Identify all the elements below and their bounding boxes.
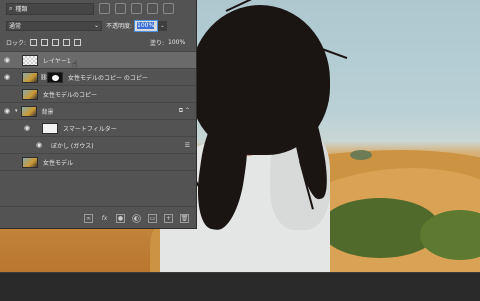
layer-thumbnail <box>20 105 37 117</box>
filter-type-icon[interactable] <box>131 3 142 14</box>
smart-object-icon: ⧉ ⌃ <box>178 107 190 114</box>
lock-transparent-icon[interactable] <box>30 39 38 46</box>
filter-label: 種類 <box>15 6 28 13</box>
chevron-down-icon[interactable]: ▾ <box>15 108 18 114</box>
layer-filter-select[interactable]: ⌕ 種類 <box>6 2 94 15</box>
filter-options-icon[interactable]: ☰ <box>185 142 190 149</box>
layer-row[interactable]: ◉ スマートフィルター <box>0 120 196 137</box>
layer-thumbnail <box>22 71 38 83</box>
eye-icon[interactable]: ◉ <box>0 90 14 98</box>
chevron-down-icon[interactable]: ⌄ <box>158 20 168 31</box>
layer-name: 女性モデル <box>43 159 74 167</box>
lock-move-icon[interactable] <box>52 39 60 46</box>
layer-name: ぼかし (ガウス) <box>51 142 94 150</box>
link-icon[interactable]: ∞ <box>84 213 93 223</box>
layer-row[interactable]: ◉ ▾ 背景 ⧉ ⌃ <box>0 103 196 120</box>
layer-name: 女性モデルのコピー のコピー <box>68 74 148 82</box>
layer-row[interactable]: ◉ レイヤー1 <box>0 52 196 69</box>
blend-mode-select[interactable]: 通常 ⌄ <box>6 20 102 31</box>
link-icon: ⛓ <box>40 73 48 81</box>
filter-smart-icon[interactable] <box>163 3 174 14</box>
lock-brush-icon[interactable] <box>41 39 49 46</box>
filter-row: ⌕ 種類 <box>0 0 196 17</box>
eye-icon[interactable]: ◉ <box>32 141 46 149</box>
blend-row: 通常 ⌄ 不透明度: 100% ⌄ <box>0 17 196 34</box>
mask-thumbnail[interactable] <box>47 71 63 83</box>
layers-bottom-bar: ∞ fx ● ◐ ▭ + 🗑 <box>0 206 196 229</box>
layer-row[interactable]: ◉ ⛓ 女性モデルのコピー のコピー <box>0 69 196 86</box>
opacity-input[interactable]: 100% <box>134 19 159 32</box>
filter-pixel-icon[interactable] <box>99 3 110 14</box>
trash-icon[interactable]: 🗑 <box>180 213 189 223</box>
group-icon[interactable]: ▭ <box>148 213 157 223</box>
layers-panel: ⌕ 種類 通常 ⌄ 不透明度: 100% ⌄ ロック: 塗り: 100% ◉ レ… <box>0 0 197 229</box>
adjustment-icon[interactable]: ◐ <box>132 213 141 223</box>
eye-icon[interactable]: ◉ <box>0 107 14 115</box>
layer-thumbnail <box>22 54 38 66</box>
filter-adjust-icon[interactable] <box>115 3 126 14</box>
lock-artboard-icon[interactable] <box>63 39 71 46</box>
filter-mask-thumbnail <box>42 122 58 134</box>
layer-row[interactable]: ◉ 女性モデルのコピー <box>0 86 196 103</box>
chevron-down-icon: ⌄ <box>93 22 99 29</box>
bottom-strip <box>0 272 480 301</box>
fx-icon[interactable]: fx <box>100 214 109 223</box>
blend-mode-label: 通常 <box>9 23 22 30</box>
fill-label: 塗り: <box>149 40 164 47</box>
search-icon: ⌕ <box>9 4 13 12</box>
pointer-cursor-icon: ☝ <box>72 60 78 70</box>
layer-row[interactable]: ◉ ぼかし (ガウス) ☰ <box>0 137 196 154</box>
opacity-label: 不透明度: <box>106 23 133 30</box>
layer-thumbnail <box>22 156 38 168</box>
layer-row[interactable]: ◉ 女性モデル <box>0 154 196 171</box>
mask-icon[interactable]: ● <box>116 213 125 223</box>
layer-name: 女性モデルのコピー <box>43 91 98 99</box>
filter-shape-icon[interactable] <box>147 3 158 14</box>
new-layer-icon[interactable]: + <box>164 213 173 223</box>
bush-shape <box>350 150 372 160</box>
eye-icon[interactable]: ◉ <box>20 124 34 132</box>
layer-name: スマートフィルター <box>63 125 117 133</box>
lock-row: ロック: 塗り: 100% <box>0 34 196 52</box>
opacity-value: 100% <box>137 22 155 29</box>
layer-thumbnail <box>22 88 38 100</box>
layer-name: レイヤー1 <box>43 57 71 65</box>
eye-icon[interactable]: ◉ <box>0 73 14 81</box>
lock-label: ロック: <box>6 40 27 47</box>
fill-input[interactable]: 100% <box>168 39 190 46</box>
layer-name: 背景 <box>41 108 54 116</box>
lock-all-icon[interactable] <box>74 39 82 46</box>
eye-icon[interactable]: ◉ <box>0 56 14 64</box>
eye-icon[interactable]: ◉ <box>0 158 14 166</box>
